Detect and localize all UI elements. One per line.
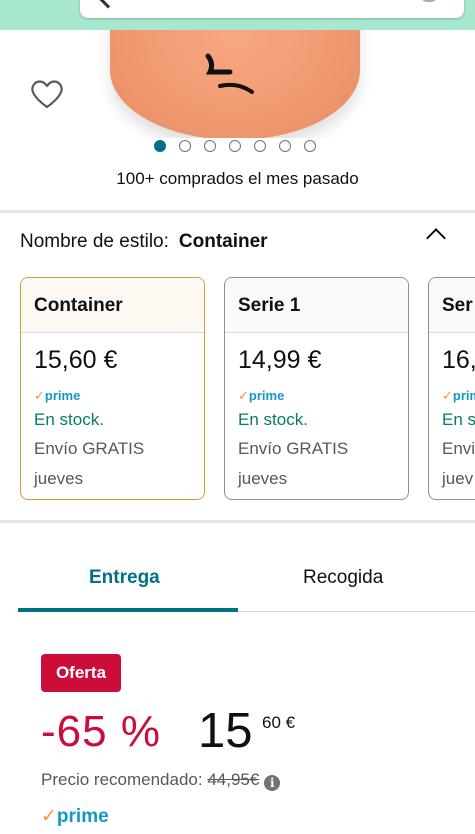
pot-face-drawing bbox=[205, 53, 254, 94]
option-name: Container bbox=[21, 278, 204, 333]
delivery-day: juev bbox=[442, 469, 474, 488]
prime-check-icon: ✓ bbox=[442, 388, 453, 403]
price-fraction: 60 € bbox=[262, 713, 296, 732]
carousel-dot[interactable] bbox=[304, 140, 316, 152]
prime-badge: ✓prime bbox=[41, 806, 109, 827]
discount-percent: -65 % bbox=[41, 707, 161, 756]
style-name-row: Nombre de estilo: Container bbox=[20, 231, 268, 253]
heart-wishlist-icon[interactable] bbox=[30, 78, 64, 110]
delivery-day: jueves bbox=[34, 469, 84, 488]
carousel-dot[interactable] bbox=[179, 140, 191, 152]
stock-status: En stock. bbox=[238, 410, 308, 429]
style-value: Container bbox=[178, 231, 268, 252]
style-option-serie-1[interactable]: Serie 1 14,99 € ✓prime En stock. Envío G… bbox=[224, 277, 409, 500]
option-name: Serie 1 bbox=[225, 278, 408, 333]
section-divider bbox=[0, 210, 475, 213]
prime-check-icon: ✓ bbox=[41, 806, 57, 827]
search-bar-area bbox=[0, 0, 475, 30]
price-whole: 15 bbox=[198, 704, 253, 758]
style-option-partial[interactable]: Ser 16, ✓prim En s Envi juev bbox=[428, 277, 475, 500]
carousel-dot[interactable] bbox=[279, 140, 291, 152]
option-price: 16, bbox=[442, 346, 475, 374]
prime-badge: ✓prime bbox=[238, 388, 285, 403]
carousel-dot[interactable] bbox=[154, 140, 166, 152]
tab-delivery[interactable]: Entrega bbox=[89, 567, 160, 589]
stock-status: En s bbox=[442, 410, 475, 429]
search-input[interactable] bbox=[80, 0, 464, 18]
delivery-day: jueves bbox=[238, 469, 288, 488]
option-name: Ser bbox=[429, 278, 475, 333]
option-price: 14,99 € bbox=[238, 346, 322, 374]
camera-icon[interactable] bbox=[418, 0, 440, 2]
stock-status: En stock. bbox=[34, 410, 104, 429]
style-options: Container 15,60 € ✓prime En stock. Envío… bbox=[20, 277, 475, 501]
image-carousel-dots[interactable] bbox=[154, 139, 316, 153]
bought-last-month: 100+ comprados el mes pasado bbox=[116, 169, 359, 188]
chevron-up-icon[interactable] bbox=[426, 228, 446, 248]
active-tab-indicator bbox=[18, 608, 238, 612]
prime-badge: ✓prim bbox=[442, 388, 475, 403]
shipping-text: Envío GRATIS bbox=[34, 439, 145, 458]
carousel-dot[interactable] bbox=[254, 140, 266, 152]
product-image[interactable] bbox=[0, 30, 475, 138]
prime-badge: ✓prime bbox=[34, 388, 81, 403]
rrp-value: 44,95€ bbox=[207, 770, 260, 789]
section-divider bbox=[0, 520, 475, 523]
prime-check-icon: ✓ bbox=[34, 388, 45, 403]
tab-pickup[interactable]: Recogida bbox=[303, 567, 383, 589]
option-price: 15,60 € bbox=[34, 346, 118, 374]
style-label: Nombre de estilo: bbox=[20, 231, 169, 252]
rrp-label: Precio recomendado: bbox=[41, 770, 203, 789]
recommended-price: Precio recomendado: 44,95€ i bbox=[41, 770, 281, 791]
carousel-dot[interactable] bbox=[204, 140, 216, 152]
shipping-text: Envi bbox=[442, 439, 475, 458]
deal-badge: Oferta bbox=[41, 654, 121, 692]
info-icon[interactable]: i bbox=[264, 775, 281, 791]
style-option-container[interactable]: Container 15,60 € ✓prime En stock. Envío… bbox=[20, 277, 205, 500]
carousel-dot[interactable] bbox=[229, 140, 241, 152]
back-arrow-icon[interactable] bbox=[99, 0, 117, 9]
prime-check-icon: ✓ bbox=[238, 388, 249, 403]
shipping-text: Envío GRATIS bbox=[238, 439, 349, 458]
